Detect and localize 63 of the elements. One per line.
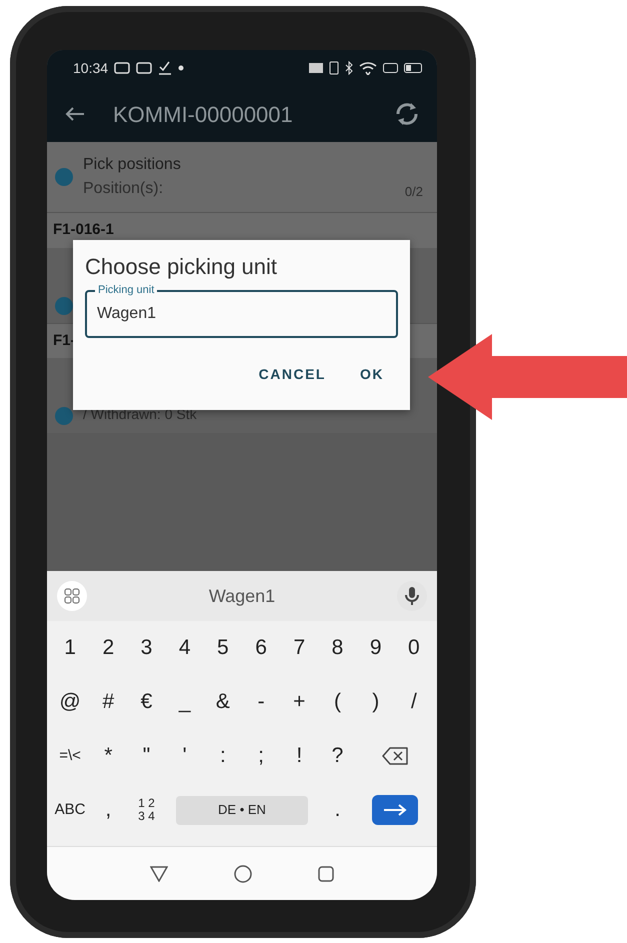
- keyboard-key[interactable]: (: [327, 686, 348, 718]
- keyboard-key[interactable]: -: [251, 686, 272, 718]
- dialog-title: Choose picking unit: [85, 254, 278, 280]
- keyboard-key[interactable]: 1 2 3 4: [136, 797, 156, 823]
- keyboard-key[interactable]: 2: [98, 632, 118, 664]
- summary-title: Pick positions: [83, 155, 182, 175]
- position-label: Position(s):: [83, 179, 164, 199]
- video-icon: [114, 62, 130, 74]
- keyboard-key[interactable]: 7: [289, 632, 310, 664]
- battery-icon: [404, 63, 423, 73]
- position-count: 0/2: [404, 182, 423, 200]
- dot-icon: [178, 65, 184, 71]
- keyboard-key[interactable]: /: [404, 686, 424, 718]
- back-arrow-icon[interactable]: [65, 106, 85, 122]
- dialog-button[interactable]: OK: [346, 358, 398, 392]
- keyboard-key[interactable]: +: [289, 686, 310, 718]
- keyboard-key[interactable]: 8: [327, 632, 348, 664]
- wifi-icon: [359, 62, 377, 74]
- keyboard-key[interactable]: !: [289, 740, 310, 772]
- bluetooth-icon: [345, 61, 353, 75]
- keyboard-key[interactable]: @: [59, 686, 81, 718]
- recents-square-icon[interactable]: [318, 866, 334, 882]
- suggestion-text[interactable]: Wagen1: [208, 582, 276, 610]
- keyboard-key[interactable]: #: [98, 686, 118, 718]
- keyboard-key[interactable]: 4: [174, 632, 195, 664]
- keyboard-key[interactable]: =\<: [59, 744, 81, 768]
- keyboard-key[interactable]: &: [212, 686, 233, 718]
- video-icon: [136, 62, 152, 74]
- space-key[interactable]: DE • EN: [176, 796, 308, 824]
- keyboard-key[interactable]: 3: [136, 632, 156, 664]
- keyboard-key[interactable]: ": [136, 740, 156, 772]
- keyboard-key[interactable]: *: [98, 740, 118, 772]
- enter-key[interactable]: [372, 795, 418, 825]
- keyboard-key[interactable]: 1: [60, 632, 80, 664]
- status-dot: [55, 407, 73, 425]
- home-circle-icon[interactable]: [234, 864, 252, 882]
- apps-grid-icon[interactable]: [57, 581, 87, 611]
- keyboard-key[interactable]: ': [174, 740, 195, 772]
- keyboard-key[interactable]: 6: [251, 632, 272, 664]
- keyboard-key[interactable]: ,: [98, 794, 118, 826]
- dialog-button[interactable]: CANCEL: [244, 358, 340, 392]
- keyboard-key[interactable]: ?: [327, 740, 348, 772]
- status-dot: [55, 296, 73, 314]
- keyboard-key[interactable]: €: [136, 686, 156, 718]
- back-triangle-icon[interactable]: [150, 866, 168, 882]
- arrow-icon: [428, 334, 627, 420]
- keyboard-key[interactable]: 0: [404, 632, 424, 664]
- backspace-icon[interactable]: [382, 747, 408, 765]
- right-arrow-icon: [382, 804, 407, 816]
- field-label: Picking unit: [95, 283, 158, 298]
- keyboard-key[interactable]: 9: [366, 632, 386, 664]
- keyboard-key[interactable]: 5: [212, 632, 233, 664]
- status-dot: [55, 168, 73, 186]
- keyboard-key[interactable]: ): [366, 686, 386, 718]
- download-done-icon: [158, 61, 172, 75]
- keyboard-key[interactable]: ABC: [54, 798, 86, 822]
- status-time: 10:34: [73, 58, 108, 78]
- keyboard-key[interactable]: _: [174, 686, 195, 718]
- keyboard-key[interactable]: :: [212, 740, 233, 772]
- keyboard-key[interactable]: .: [327, 794, 348, 826]
- screen-title: KOMMI-00000001: [113, 100, 294, 128]
- keyboard-key[interactable]: ;: [251, 740, 272, 772]
- vibrate-icon: [329, 61, 339, 75]
